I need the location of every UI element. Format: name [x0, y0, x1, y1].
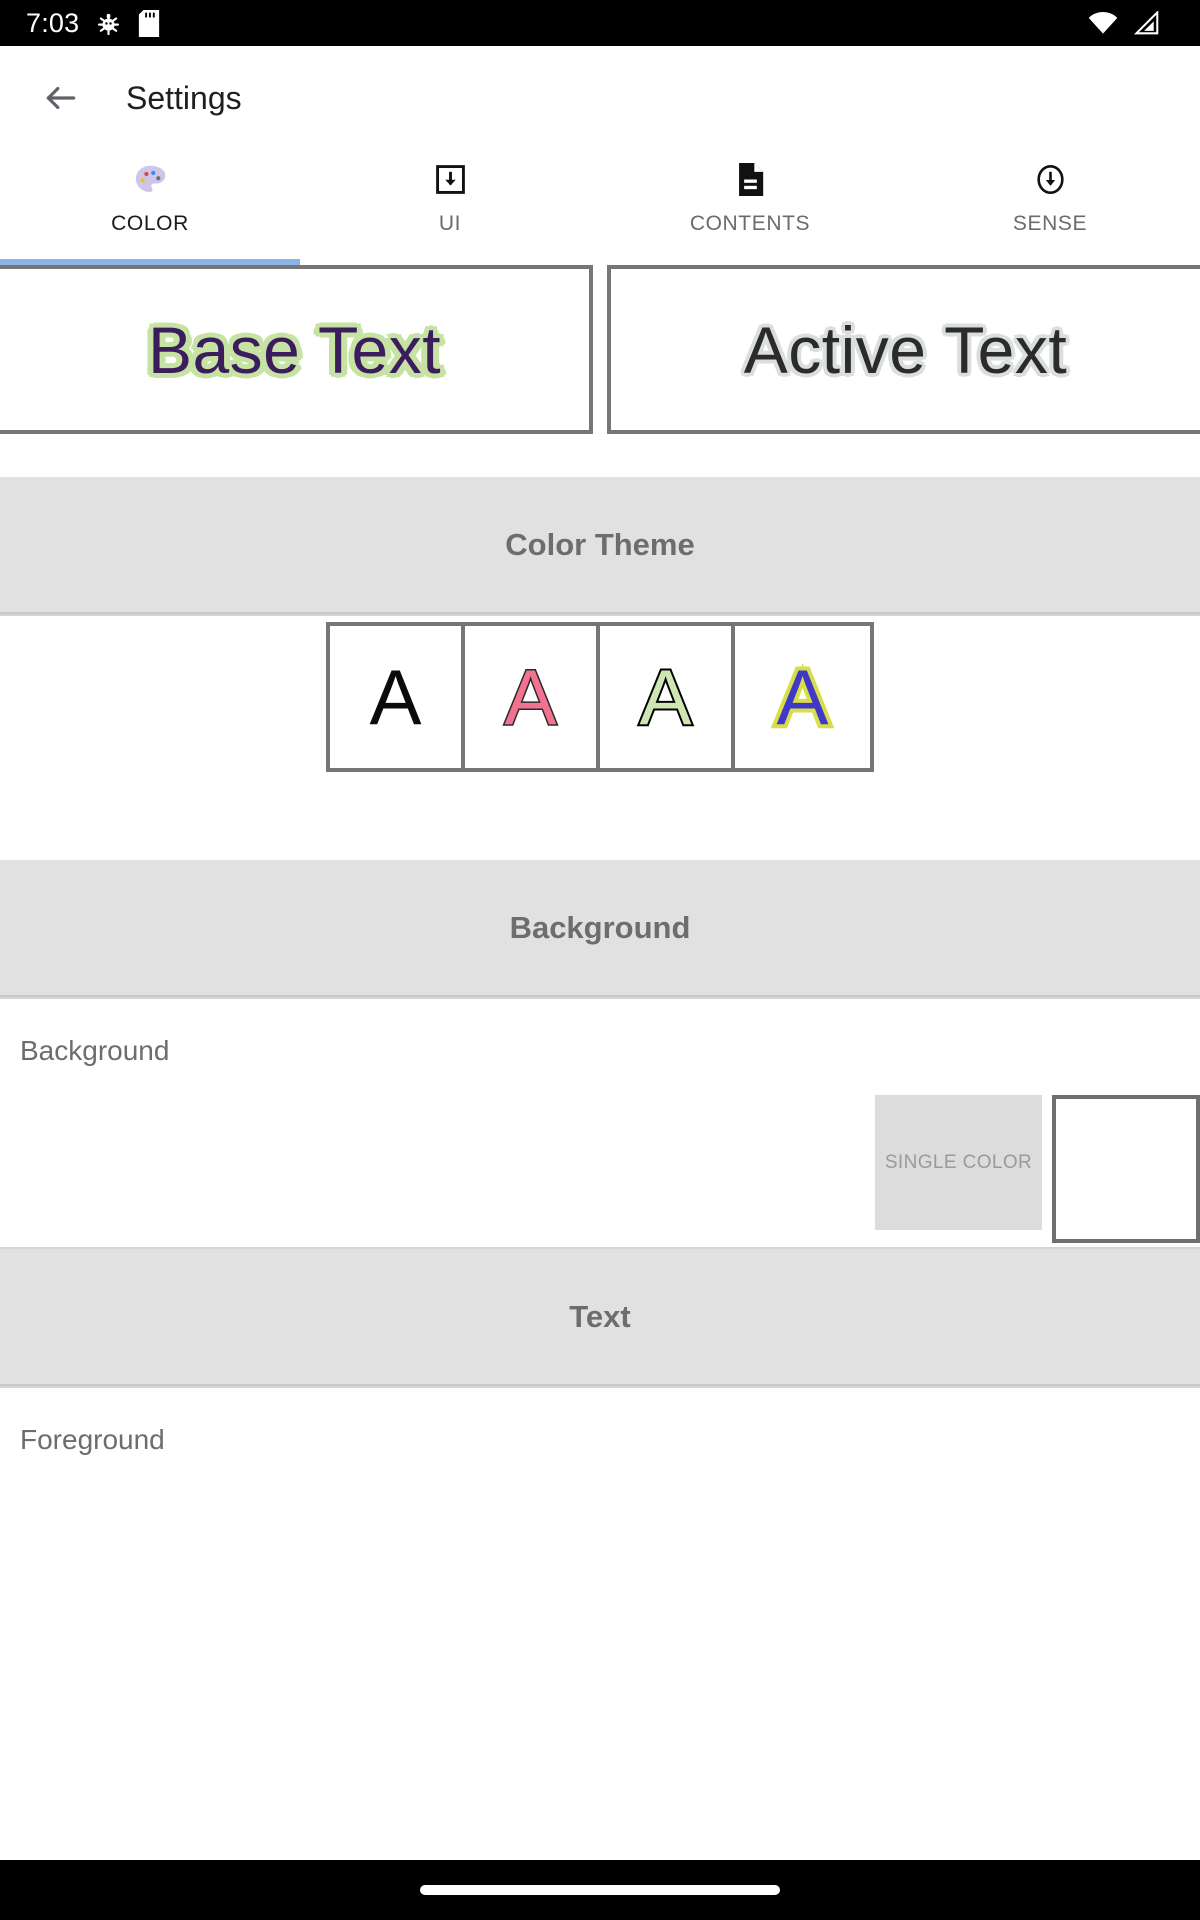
document-icon [735, 160, 766, 198]
back-arrow-icon[interactable] [42, 79, 80, 117]
section-header-color-theme: Color Theme [0, 477, 1200, 614]
download-box-icon [434, 160, 467, 198]
spacer-after-preview [0, 434, 1200, 477]
status-bar-left: 7:03 [26, 8, 160, 39]
bug-icon [95, 10, 122, 37]
color-theme-swatches: A A A A [326, 622, 874, 772]
tab-contents[interactable]: CONTENTS [600, 150, 900, 265]
background-setting-row[interactable]: Background SINGLE COLOR [0, 999, 1200, 1247]
theme-swatch-glyph: A [503, 653, 558, 741]
single-color-button[interactable]: SINGLE COLOR [875, 1095, 1042, 1230]
app-bar: Settings [0, 46, 1200, 150]
cellular-signal-icon [1132, 11, 1160, 35]
palette-icon [133, 160, 167, 198]
preview-row: Base Text Active Text [0, 265, 1200, 434]
home-indicator[interactable] [420, 1885, 780, 1895]
tab-active-indicator [0, 259, 300, 265]
circle-down-arrow-icon [1034, 160, 1067, 198]
theme-swatch-4[interactable]: A [735, 626, 870, 768]
sd-card-icon [138, 9, 160, 37]
background-controls: SINGLE COLOR [875, 1095, 1200, 1243]
tab-label-color: COLOR [111, 212, 189, 235]
content-spacer [0, 1456, 1200, 1860]
active-text-sample: Active Text [743, 312, 1068, 387]
section-title-background: Background [509, 909, 691, 945]
section-header-text: Text [0, 1249, 1200, 1386]
base-text-preview[interactable]: Base Text [0, 265, 593, 434]
section-title-text: Text [569, 1298, 631, 1334]
tab-ui[interactable]: UI [300, 150, 600, 265]
theme-swatch-2[interactable]: A [465, 626, 600, 768]
status-bar-right [1088, 11, 1178, 35]
theme-swatch-3[interactable]: A [600, 626, 735, 768]
section-title-color-theme: Color Theme [505, 526, 695, 562]
base-text-sample: Base Text [147, 312, 442, 387]
active-text-preview[interactable]: Active Text [607, 265, 1200, 434]
theme-swatch-glyph: A [637, 653, 693, 741]
status-clock: 7:03 [26, 7, 80, 38]
foreground-setting-row[interactable]: Foreground [0, 1388, 1200, 1456]
theme-swatch-1[interactable]: A [330, 626, 465, 768]
tab-label-sense: SENSE [1012, 212, 1088, 235]
background-color-preview[interactable] [1052, 1095, 1200, 1243]
spacer-after-swatches [0, 772, 1200, 860]
settings-screen: 7:03 Settings COLOR UI CONTENTS SENSE Ba… [0, 0, 1200, 1920]
background-row-label: Background [20, 1035, 170, 1066]
tab-sense[interactable]: SENSE [900, 150, 1200, 265]
tab-bar: COLOR UI CONTENTS SENSE [0, 150, 1200, 265]
system-nav-bar [0, 1860, 1200, 1920]
section-header-background: Background [0, 860, 1200, 997]
color-theme-swatch-row: A A A A [0, 616, 1200, 772]
tab-label-ui: UI [438, 212, 462, 235]
status-bar: 7:03 [0, 0, 1200, 46]
wifi-icon [1088, 11, 1118, 35]
tab-label-contents: CONTENTS [689, 212, 811, 235]
theme-swatch-glyph: A [772, 653, 832, 741]
theme-swatch-glyph: A [369, 653, 422, 741]
tab-color[interactable]: COLOR [0, 150, 300, 265]
foreground-row-label: Foreground [20, 1424, 165, 1455]
page-title: Settings [126, 79, 242, 116]
